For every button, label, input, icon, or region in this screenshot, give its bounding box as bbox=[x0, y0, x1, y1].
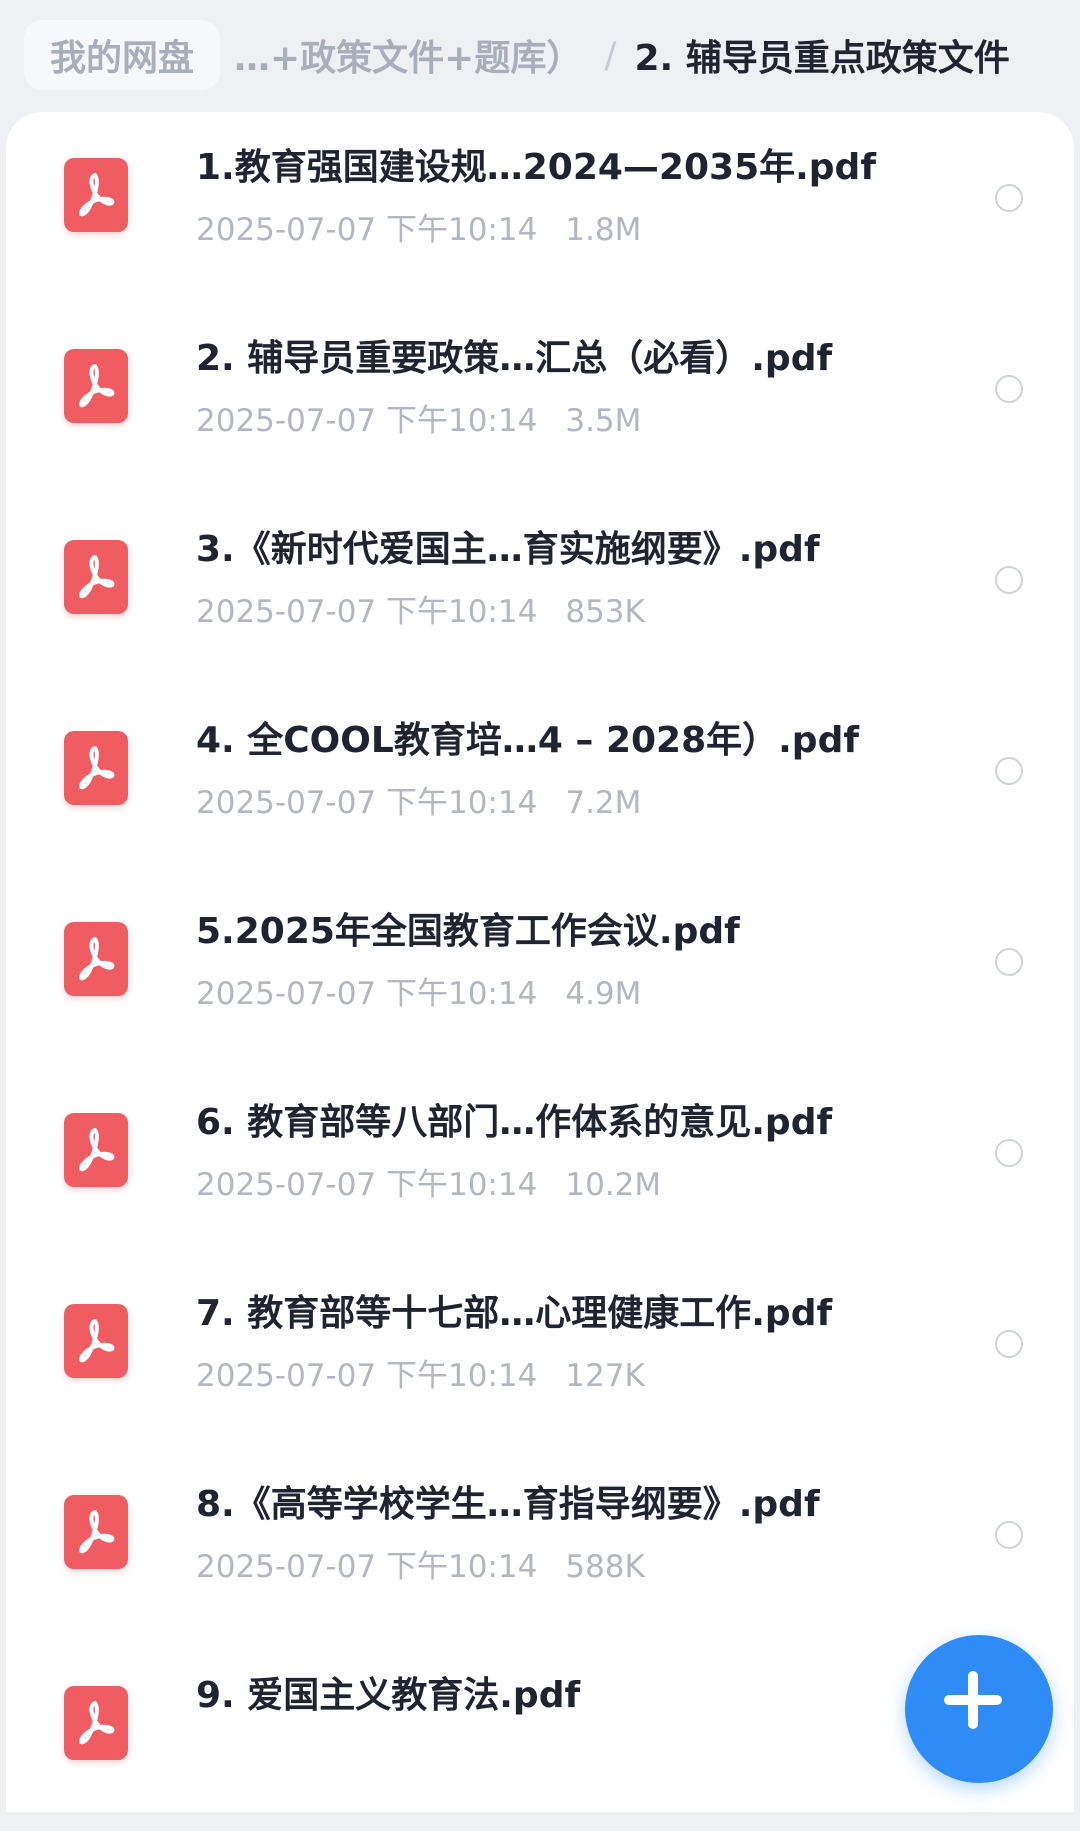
file-list-item[interactable]: 4. 全COOL教育培…4 – 2028年）.pdf 2025-07-07 下午… bbox=[6, 685, 1074, 876]
breadcrumb-current-folder: 2. 辅导员重点政策文件 bbox=[634, 38, 1010, 79]
file-size: 588K bbox=[565, 1549, 645, 1585]
file-modified-time: 2025-07-07 下午10:14 bbox=[196, 1358, 538, 1394]
pdf-icon bbox=[64, 349, 128, 423]
file-list-item[interactable]: 6. 教育部等八部门…作体系的意见.pdf 2025-07-07 下午10:14… bbox=[6, 1067, 1074, 1258]
plus-icon-bar bbox=[944, 1695, 1002, 1705]
pdf-icon bbox=[64, 1304, 128, 1378]
file-size: 3.5M bbox=[565, 403, 642, 439]
file-name: 8.《高等学校学生…育指导纲要》.pdf bbox=[196, 1484, 820, 1525]
pdf-icon bbox=[64, 922, 128, 996]
add-button[interactable] bbox=[905, 1635, 1053, 1783]
file-list-item[interactable]: 2. 辅导员重要政策…汇总（必看）.pdf 2025-07-07 下午10:14… bbox=[6, 303, 1074, 494]
file-meta: 2025-07-07 下午10:14 853K bbox=[196, 586, 645, 631]
file-size: 7.2M bbox=[565, 785, 642, 821]
select-radio[interactable] bbox=[995, 184, 1023, 212]
file-meta: 2025-07-07 下午10:14 588K bbox=[196, 1541, 645, 1586]
pdf-icon bbox=[64, 158, 128, 232]
file-meta: 2025-07-07 下午10:14 3.5M bbox=[196, 395, 641, 440]
file-modified-time: 2025-07-07 下午10:14 bbox=[196, 785, 538, 821]
file-name: 1.教育强国建设规…2024—2035年.pdf bbox=[196, 147, 876, 188]
pdf-icon bbox=[64, 1495, 128, 1569]
file-list-item[interactable]: 3.《新时代爱国主…育实施纲要》.pdf 2025-07-07 下午10:14 8… bbox=[6, 494, 1074, 685]
file-list-item[interactable]: 7. 教育部等十七部…心理健康工作.pdf 2025-07-07 下午10:14… bbox=[6, 1258, 1074, 1449]
select-radio[interactable] bbox=[995, 948, 1023, 976]
breadcrumb-parent-folder[interactable]: …+政策文件+题库） bbox=[234, 29, 582, 81]
file-meta: 2025-07-07 下午10:14 10.2M bbox=[196, 1159, 661, 1204]
file-list-item[interactable]: 5.2025年全国教育工作会议.pdf 2025-07-07 下午10:14 4.… bbox=[6, 876, 1074, 1067]
file-meta bbox=[196, 1732, 224, 1768]
file-name: 3.《新时代爱国主…育实施纲要》.pdf bbox=[196, 529, 820, 570]
select-radio[interactable] bbox=[995, 566, 1023, 594]
file-list-item[interactable]: 8.《高等学校学生…育指导纲要》.pdf 2025-07-07 下午10:14 5… bbox=[6, 1449, 1074, 1640]
file-modified-time: 2025-07-07 下午10:14 bbox=[196, 212, 538, 248]
file-meta: 2025-07-07 下午10:14 1.8M bbox=[196, 204, 641, 249]
file-modified-time: 2025-07-07 下午10:14 bbox=[196, 1167, 538, 1203]
file-modified-time: 2025-07-07 下午10:14 bbox=[196, 594, 538, 630]
file-size: 853K bbox=[565, 594, 645, 630]
file-meta: 2025-07-07 下午10:14 127K bbox=[196, 1350, 645, 1395]
pdf-icon bbox=[64, 731, 128, 805]
file-size: 1.8M bbox=[565, 212, 642, 248]
breadcrumb-separator: / bbox=[604, 34, 617, 76]
file-size: 127K bbox=[565, 1358, 645, 1394]
file-modified-time: 2025-07-07 下午10:14 bbox=[196, 403, 538, 439]
file-modified-time: 2025-07-07 下午10:14 bbox=[196, 976, 538, 1012]
pdf-icon bbox=[64, 1113, 128, 1187]
file-size: 4.9M bbox=[565, 976, 642, 1012]
file-meta: 2025-07-07 下午10:14 7.2M bbox=[196, 777, 641, 822]
select-radio[interactable] bbox=[995, 1521, 1023, 1549]
select-radio[interactable] bbox=[995, 1330, 1023, 1358]
file-modified-time: 2025-07-07 下午10:14 bbox=[196, 1549, 538, 1585]
pdf-icon bbox=[64, 1686, 128, 1760]
breadcrumb-root-my-drive[interactable]: 我的网盘 bbox=[24, 20, 221, 90]
breadcrumb: 我的网盘 …+政策文件+题库） / 2. 辅导员重点政策文件 bbox=[0, 0, 1080, 110]
file-size: 10.2M bbox=[565, 1167, 662, 1203]
file-meta: 2025-07-07 下午10:14 4.9M bbox=[196, 968, 641, 1013]
file-name: 9. 爱国主义教育法.pdf bbox=[196, 1675, 581, 1716]
pdf-icon bbox=[64, 540, 128, 614]
file-name: 7. 教育部等十七部…心理健康工作.pdf bbox=[196, 1293, 833, 1334]
file-name: 4. 全COOL教育培…4 – 2028年）.pdf bbox=[196, 720, 860, 761]
file-name: 5.2025年全国教育工作会议.pdf bbox=[196, 911, 740, 952]
file-list: 1.教育强国建设规…2024—2035年.pdf 2025-07-07 下午10… bbox=[6, 112, 1074, 1812]
file-name: 6. 教育部等八部门…作体系的意见.pdf bbox=[196, 1102, 833, 1143]
select-radio[interactable] bbox=[995, 375, 1023, 403]
file-list-item[interactable]: 1.教育强国建设规…2024—2035年.pdf 2025-07-07 下午10… bbox=[6, 112, 1074, 303]
select-radio[interactable] bbox=[995, 1139, 1023, 1167]
select-radio[interactable] bbox=[995, 757, 1023, 785]
file-name: 2. 辅导员重要政策…汇总（必看）.pdf bbox=[196, 338, 833, 379]
